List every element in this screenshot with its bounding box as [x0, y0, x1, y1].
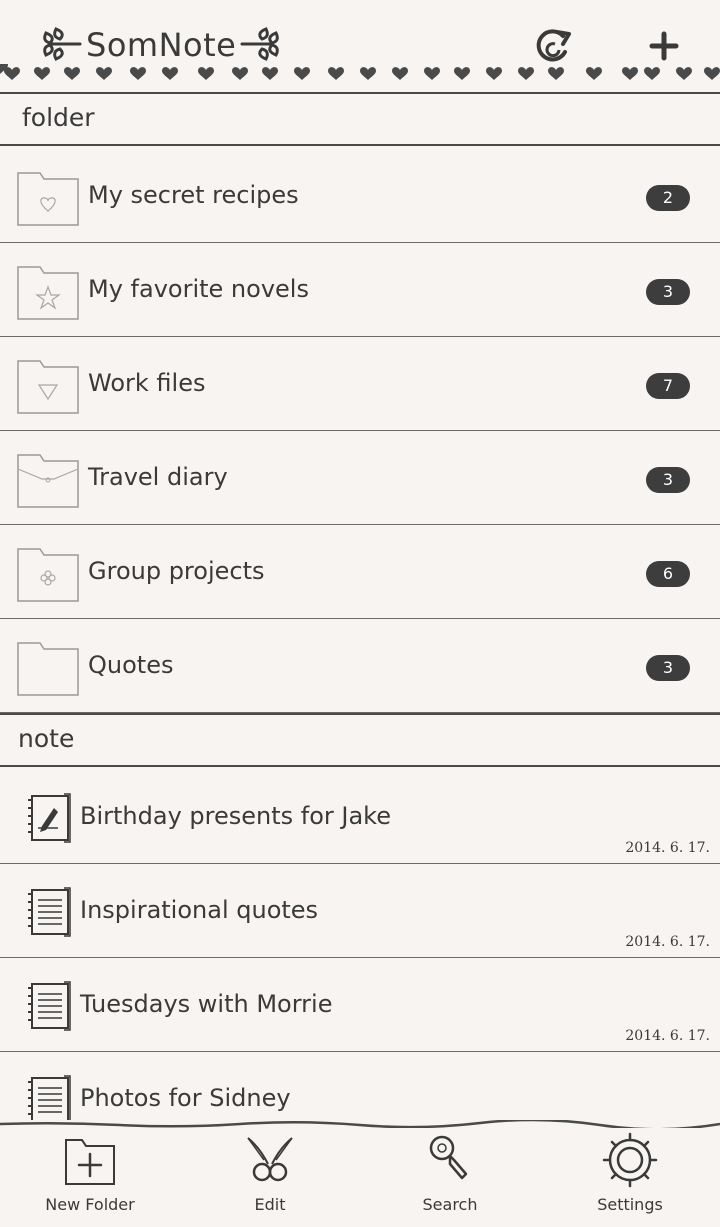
leaf-ornament-left-icon [43, 27, 82, 61]
note-title: Inspirational quotes [80, 896, 319, 924]
app-header: SomNote [0, 0, 720, 92]
bottom-toolbar: New Folder Edit Search Settings [0, 1120, 720, 1227]
tab-label: New Folder [45, 1195, 135, 1214]
note-date: 2014. 6. 17. [625, 934, 710, 950]
app-logo: SomNote [40, 20, 282, 70]
note-title: Tuesdays with Morrie [80, 990, 333, 1018]
note-date: 2014. 6. 17. [625, 840, 710, 856]
search-button[interactable]: Search [360, 1120, 540, 1227]
count-badge: 3 [646, 655, 690, 681]
leaf-ornament-right-icon [240, 27, 280, 61]
folder-row-group-projects[interactable]: Group projects 6 [0, 525, 720, 619]
notebook-icon [28, 981, 71, 1031]
note-section-header: note [0, 713, 720, 767]
note-date: 2014. 6. 17. [625, 1028, 710, 1044]
folder-icon [17, 642, 79, 696]
notebook-icon [28, 793, 71, 843]
note-row-birthday-presents[interactable]: Birthday presents for Jake 2014. 6. 17. [0, 770, 720, 864]
heart-border-decoration [0, 64, 720, 80]
folder-section-header: folder [0, 92, 720, 146]
new-folder-button[interactable]: New Folder [0, 1120, 180, 1227]
note-title: Photos for Sidney [80, 1084, 291, 1112]
note-section-title: note [18, 724, 75, 753]
folder-row-favorite-novels[interactable]: My favorite novels 3 [0, 243, 720, 337]
scissors-icon [247, 1137, 293, 1182]
folder-section-title: folder [22, 103, 95, 132]
folder-star-icon [17, 266, 79, 320]
settings-button[interactable]: Settings [540, 1120, 720, 1227]
notebook-icon [28, 1075, 71, 1125]
search-icon [429, 1135, 468, 1180]
envelope-folder-icon [17, 454, 79, 508]
plus-icon [649, 31, 679, 61]
folder-row-secret-recipes[interactable]: My secret recipes 2 [0, 149, 720, 243]
folder-name: Quotes [88, 651, 174, 679]
folder-row-travel-diary[interactable]: Travel diary 3 [0, 431, 720, 525]
new-folder-icon [65, 1139, 115, 1185]
folder-name: Group projects [88, 557, 265, 585]
folder-flower-icon [17, 548, 79, 602]
folder-triangle-icon [17, 360, 79, 414]
tab-label: Search [422, 1195, 478, 1214]
tab-label: Edit [254, 1195, 286, 1214]
app-title: SomNote [86, 26, 237, 64]
refresh-icon [536, 29, 571, 62]
count-badge: 7 [646, 373, 690, 399]
folder-row-quotes[interactable]: Quotes 3 [0, 619, 720, 713]
folder-heart-icon [17, 172, 79, 226]
note-row-tuesdays-with-morrie[interactable]: Tuesdays with Morrie 2014. 6. 17. [0, 958, 720, 1052]
count-badge: 2 [646, 185, 690, 211]
count-badge: 3 [646, 279, 690, 305]
count-badge: 6 [646, 561, 690, 587]
folder-row-work-files[interactable]: Work files 7 [0, 337, 720, 431]
edit-button[interactable]: Edit [180, 1120, 360, 1227]
folder-name: Work files [88, 369, 206, 397]
notebook-icon [28, 887, 71, 937]
folder-name: My favorite novels [88, 275, 309, 303]
count-badge: 3 [646, 467, 690, 493]
folder-name: Travel diary [88, 463, 228, 491]
note-row-inspirational-quotes[interactable]: Inspirational quotes 2014. 6. 17. [0, 864, 720, 958]
gear-icon [602, 1132, 658, 1188]
folder-name: My secret recipes [88, 181, 299, 209]
note-title: Birthday presents for Jake [80, 802, 391, 830]
tab-label: Settings [597, 1195, 663, 1214]
